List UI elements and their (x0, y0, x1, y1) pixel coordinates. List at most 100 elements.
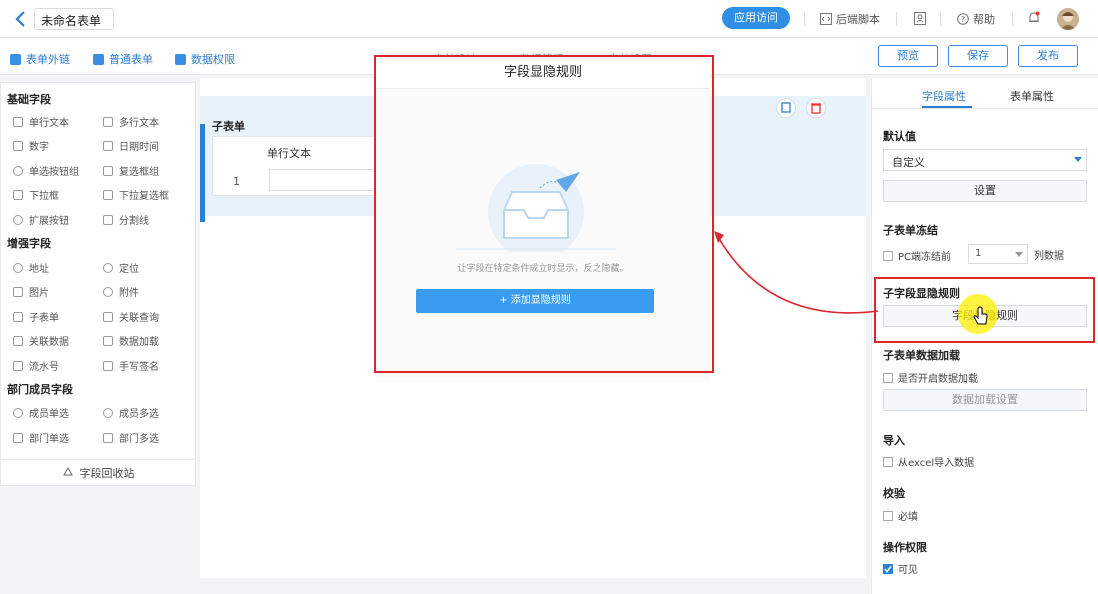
field-label: 多行文本 (119, 118, 159, 129)
field-data-load[interactable]: 数据加载 (103, 333, 159, 348)
field-recycle-bin-button[interactable]: 字段回收站 (1, 459, 195, 486)
pc-freeze-label: PC端冻结前 (898, 252, 952, 263)
image-icon (13, 286, 23, 297)
dept-fields-title: 部门成员字段 (7, 383, 73, 396)
default-settings-button[interactable]: 设置 (883, 180, 1087, 202)
field-divider[interactable]: 分割线 (103, 212, 149, 227)
field-label: 流水号 (29, 362, 59, 373)
default-value-select[interactable]: 自定义 (883, 149, 1087, 171)
app-visit-button[interactable]: 应用访问 (722, 7, 790, 29)
user-avatar[interactable] (1057, 8, 1079, 30)
field-label: 日期时间 (119, 142, 159, 153)
data-permission-button[interactable]: 数据权限 (175, 51, 235, 67)
required-checkbox[interactable]: 必填 (883, 508, 918, 523)
link-data-icon (13, 335, 23, 346)
field-serial-number[interactable]: 流水号 (13, 358, 59, 373)
subform-cell-input[interactable] (269, 169, 379, 191)
field-related-data[interactable]: 关联数据 (13, 333, 69, 348)
delete-icon[interactable] (806, 98, 826, 118)
highlight-box-dialog (374, 55, 714, 373)
field-image[interactable]: 图片 (13, 284, 49, 299)
help-button[interactable]: ? 帮助 (957, 11, 995, 27)
form-external-link-button[interactable]: 表单外链 (10, 51, 70, 67)
svg-text:?: ? (961, 15, 965, 24)
location-pin-icon (13, 262, 23, 273)
cloud-upload-icon (103, 286, 113, 297)
field-single-line-text[interactable]: 单行文本 (13, 114, 69, 129)
field-label: 部门多选 (119, 434, 159, 445)
hand-cursor-icon (973, 306, 988, 325)
normal-form-label: 普通表单 (109, 53, 153, 66)
dropdown-multi-icon (103, 189, 113, 200)
row-number: 1 (233, 175, 240, 188)
basic-fields-title: 基础字段 (7, 93, 51, 106)
field-label: 成员单选 (29, 409, 69, 420)
subform-freeze-label: 子表单冻结 (883, 224, 938, 237)
field-attachment[interactable]: 附件 (103, 284, 139, 299)
field-subform[interactable]: 子表单 (13, 309, 59, 324)
visible-label: 可见 (898, 565, 918, 576)
dropdown-icon (13, 189, 23, 200)
checkbox-icon (883, 250, 893, 261)
enhanced-fields-title: 增强字段 (7, 237, 51, 250)
field-library-panel: 基础字段 单行文本 多行文本 数字 日期时间 单选按钮组 复选框组 下拉框 下拉… (0, 82, 196, 486)
publish-button[interactable]: 发布 (1018, 45, 1078, 67)
back-arrow-icon[interactable] (14, 10, 28, 28)
field-label: 复选框组 (119, 167, 159, 178)
avatar-icon (1060, 12, 1076, 30)
enable-data-load-label: 是否开启数据加载 (898, 374, 978, 385)
tabs-divider (872, 108, 1098, 109)
field-multi-line-text[interactable]: 多行文本 (103, 114, 159, 129)
pen-icon (103, 360, 113, 371)
link-icon (10, 53, 21, 65)
subform-title: 子表单 (212, 120, 245, 133)
field-member-multi[interactable]: 成员多选 (103, 405, 159, 420)
calendar-icon (103, 140, 113, 151)
form-title-input[interactable]: 未命名表单 (34, 8, 114, 30)
bell-icon[interactable] (1028, 11, 1040, 25)
copy-icon[interactable] (776, 98, 796, 118)
save-button[interactable]: 保存 (948, 45, 1008, 67)
field-label: 手写签名 (119, 362, 159, 373)
field-address[interactable]: 地址 (13, 260, 49, 275)
tab-form-properties[interactable]: 表单属性 (1010, 88, 1054, 104)
data-permission-label: 数据权限 (191, 53, 235, 66)
target-icon (103, 262, 113, 273)
field-dept-multi[interactable]: 部门多选 (103, 430, 159, 445)
pc-freeze-checkbox[interactable]: PC端冻结前 (883, 248, 951, 263)
contact-card-icon[interactable] (914, 12, 926, 25)
field-datetime[interactable]: 日期时间 (103, 138, 159, 153)
field-positioning[interactable]: 定位 (103, 260, 139, 275)
checkbox-icon (883, 372, 893, 383)
import-label: 导入 (883, 434, 905, 447)
field-label: 单行文本 (29, 118, 69, 129)
field-number[interactable]: 数字 (13, 138, 49, 153)
visible-checkbox[interactable]: 可见 (883, 561, 918, 576)
freeze-columns-select[interactable]: 1 (968, 244, 1028, 264)
field-dropdown[interactable]: 下拉框 (13, 187, 59, 202)
query-icon (103, 311, 113, 322)
field-related-query[interactable]: 关联查询 (103, 309, 159, 324)
tab-field-properties[interactable]: 字段属性 (922, 88, 966, 104)
field-extend-button[interactable]: 扩展按钮 (13, 212, 69, 227)
enable-data-load-checkbox[interactable]: 是否开启数据加载 (883, 370, 978, 385)
field-checkbox-group[interactable]: 复选框组 (103, 163, 159, 178)
field-label: 地址 (29, 264, 49, 275)
radio-icon (13, 165, 23, 176)
field-signature[interactable]: 手写签名 (103, 358, 159, 373)
import-excel-checkbox[interactable]: 从excel导入数据 (883, 454, 974, 469)
data-load-settings-button[interactable]: 数据加载设置 (883, 389, 1087, 411)
field-label: 分割线 (119, 216, 149, 227)
field-member-single[interactable]: 成员单选 (13, 405, 69, 420)
field-dept-single[interactable]: 部门单选 (13, 430, 69, 445)
freeze-columns-value: 1 (975, 248, 982, 259)
field-radio-group[interactable]: 单选按钮组 (13, 163, 79, 178)
divider-icon (103, 214, 113, 225)
field-dropdown-multi[interactable]: 下拉复选框 (103, 187, 169, 202)
backend-script-button[interactable]: 后端脚本 (820, 11, 880, 27)
number-icon (13, 140, 23, 151)
checkbox-checked-icon (883, 563, 893, 574)
normal-form-button[interactable]: 普通表单 (93, 51, 153, 67)
default-value-selected: 自定义 (892, 156, 925, 169)
preview-button[interactable]: 预览 (878, 45, 938, 67)
